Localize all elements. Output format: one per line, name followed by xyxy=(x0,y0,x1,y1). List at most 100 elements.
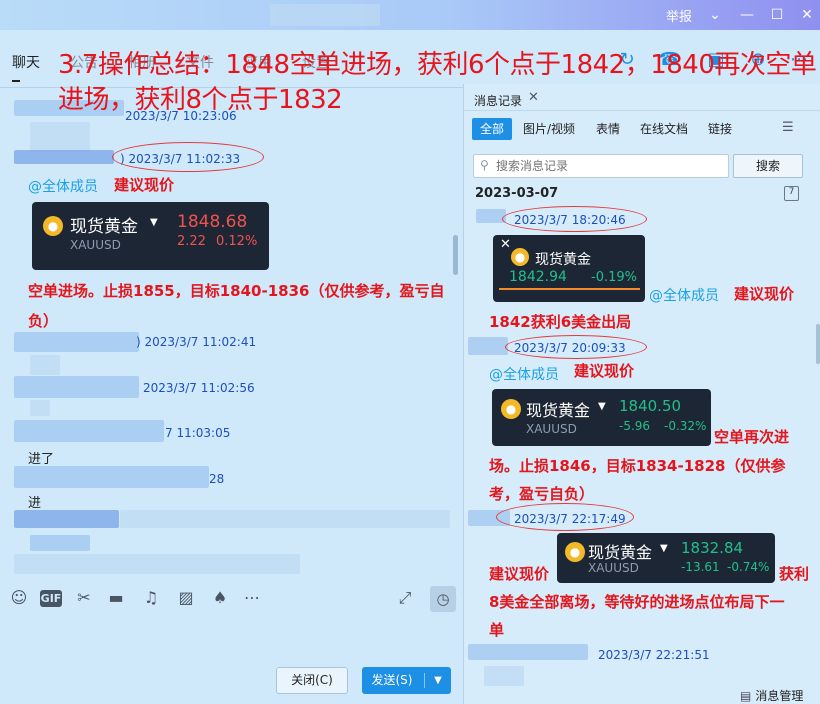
blurred-sender xyxy=(468,644,588,660)
gold-quote-card[interactable]: ● 现货黄金 ▼ XAUUSD 1832.84 -13.61 -0.74% xyxy=(557,533,775,583)
calendar-icon[interactable]: 7 xyxy=(784,186,799,201)
caret-down-icon: ▼ xyxy=(660,543,668,554)
highlight-ring xyxy=(112,142,264,172)
close-icon[interactable]: ✕ xyxy=(796,4,818,26)
message-manager-link[interactable]: ▤ 消息管理 xyxy=(740,687,803,704)
coin-icon: ● xyxy=(43,216,63,236)
card-name: 现货黄金 xyxy=(535,252,591,268)
image-icon[interactable]: ▨ xyxy=(175,587,197,609)
blurred-avatar xyxy=(30,400,50,416)
mention-all[interactable]: @全体成员 xyxy=(28,176,98,196)
card-change: -5.96 xyxy=(619,419,651,433)
filter-all[interactable]: 全部 xyxy=(472,118,513,140)
tab-chat[interactable]: 聊天 xyxy=(12,52,40,72)
caret-down-icon: ▼ xyxy=(598,401,606,412)
scrollbar-thumb[interactable] xyxy=(453,235,458,275)
filter-links[interactable]: 链接 xyxy=(708,118,732,140)
send-label: 发送(S) xyxy=(371,673,413,687)
suggest-label: 建议现价 xyxy=(489,565,550,583)
card-pct: -0.32% xyxy=(664,419,707,433)
search-button[interactable]: 搜索 xyxy=(733,154,803,178)
summary-overlay-title: 3.7操作总结：1848空单进场，获利6个点于1842，1840再次空单进场，获… xyxy=(58,50,817,115)
history-clock-icon[interactable]: ◷ xyxy=(430,586,456,612)
message-text: 进了 xyxy=(28,452,55,467)
send-divider xyxy=(424,673,425,688)
filter-sticker[interactable]: 表情 xyxy=(596,118,620,140)
card-symbol: XAUUSD xyxy=(70,238,121,252)
price-line xyxy=(499,288,640,290)
bell-icon[interactable]: ♠ xyxy=(209,587,231,609)
blurred-message xyxy=(120,510,450,528)
coin-icon: ● xyxy=(501,399,521,419)
result-note: 单 xyxy=(489,621,505,639)
trade-note: 空单进场。止损1855，目标1840-1836（仅供参考，盈亏自负） xyxy=(28,282,445,330)
card-price: 1848.68 xyxy=(177,212,248,232)
card-name: 现货黄金 xyxy=(70,217,138,237)
search-field[interactable] xyxy=(496,157,724,175)
card-symbol: XAUUSD xyxy=(588,561,639,575)
chevron-down-icon[interactable]: ⌄ xyxy=(704,4,726,26)
gold-quote-card[interactable]: ✕ ● 现货黄金 1842.94 -0.19% xyxy=(493,235,645,302)
search-input[interactable]: ⚲ xyxy=(473,154,729,178)
gif-icon[interactable]: GIF xyxy=(40,590,62,607)
card-symbol: XAUUSD xyxy=(526,422,577,436)
suggest-label: 建议现价 xyxy=(114,176,175,194)
gold-quote-card[interactable]: ● 现货黄金 ▼ XAUUSD 1848.68 2.22 0.12% xyxy=(32,202,269,270)
blurred-sender xyxy=(14,150,114,164)
emoji-icon[interactable]: ☺ xyxy=(8,587,30,609)
blurred-sender xyxy=(14,332,139,352)
close-icon[interactable]: ✕ xyxy=(500,237,511,252)
filter-media[interactable]: 图片/视频 xyxy=(523,118,575,140)
message-history-pane: 消息记录 ✕ 全部 图片/视频 表情 在线文档 链接 ☰ ⚲ 搜索 2023-0… xyxy=(463,84,820,704)
card-price: 1832.84 xyxy=(681,539,744,557)
blurred-sender xyxy=(468,337,508,355)
message-text: 进 xyxy=(28,496,42,511)
date-header: 2023-03-07 xyxy=(475,186,559,201)
voice-icon[interactable]: ♫ xyxy=(140,587,162,609)
blurred-title xyxy=(270,4,380,26)
expand-icon[interactable]: ⤢ xyxy=(394,587,416,609)
message-manager-label: 消息管理 xyxy=(755,689,804,703)
result-note: 8美金全部离场，等待好的进场点位布局下一 xyxy=(489,593,785,611)
blurred-sender xyxy=(476,209,506,223)
scrollbar-thumb[interactable] xyxy=(816,324,820,364)
card-change: -13.61 xyxy=(681,560,720,574)
minimize-icon[interactable]: — xyxy=(736,4,758,26)
timestamp: 28 xyxy=(209,472,225,486)
send-button[interactable]: 发送(S) ▼ xyxy=(362,667,451,694)
folder-icon[interactable]: ▬ xyxy=(105,587,127,609)
card-price: 1842.94 xyxy=(509,269,567,285)
filter-icon[interactable]: ☰ xyxy=(782,120,794,135)
timestamp: 2023/3/7 11:02:56 xyxy=(143,381,255,395)
more-icon[interactable]: ⋯ xyxy=(241,587,263,609)
timestamp: ) 2023/3/7 11:02:41 xyxy=(136,335,257,349)
card-change: 2.22 xyxy=(177,234,206,249)
mention-all[interactable]: @全体成员 xyxy=(649,285,719,305)
highlight-ring xyxy=(502,206,647,232)
filter-docs[interactable]: 在线文档 xyxy=(640,118,688,140)
mention-all[interactable]: @全体成员 xyxy=(489,364,559,384)
scissors-icon[interactable]: ✂ xyxy=(73,587,95,609)
close-button[interactable]: 关闭(C) xyxy=(276,667,348,694)
suggest-label: 建议现价 xyxy=(574,362,635,380)
blurred-message xyxy=(14,554,300,574)
blurred-avatar xyxy=(484,666,524,686)
blurred-avatar xyxy=(30,122,90,152)
report-link[interactable]: 举报 xyxy=(666,6,692,25)
result-note: 1842获利6美金出局 xyxy=(489,313,632,331)
chevron-down-icon[interactable]: ▼ xyxy=(428,667,448,694)
message-manager-icon: ▤ xyxy=(740,689,752,703)
trade-note: 场。止损1846，目标1834-1828（仅供参 xyxy=(489,457,786,475)
suggest-label: 建议现价 xyxy=(734,285,795,303)
card-pct: -0.74% xyxy=(727,560,770,574)
card-pct: -0.19% xyxy=(591,270,637,285)
gold-quote-card[interactable]: ● 现货黄金 ▼ XAUUSD 1840.50 -5.96 -0.32% xyxy=(492,389,711,446)
blurred-avatar xyxy=(30,535,90,551)
caret-down-icon: ▼ xyxy=(150,217,158,228)
card-pct: 0.12% xyxy=(216,234,258,249)
blurred-sender xyxy=(14,376,139,398)
timestamp: 2023/3/7 22:21:51 xyxy=(598,648,710,662)
blurred-avatar xyxy=(30,355,60,375)
coin-icon: ● xyxy=(565,542,585,562)
maximize-icon[interactable]: ☐ xyxy=(766,4,788,26)
